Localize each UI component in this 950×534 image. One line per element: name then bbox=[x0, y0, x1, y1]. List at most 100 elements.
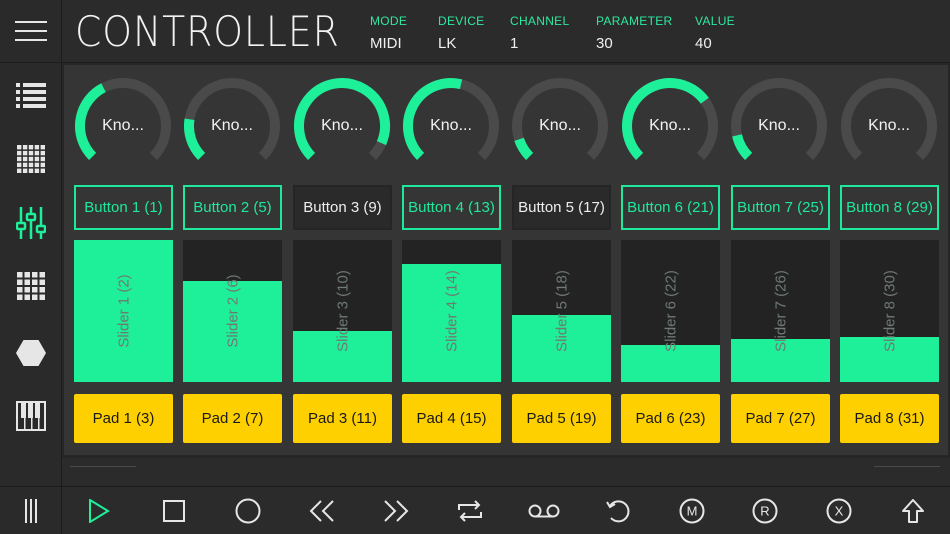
x-circle-icon: X bbox=[826, 498, 852, 524]
knob-8[interactable]: Kno... bbox=[839, 76, 939, 176]
knob-2[interactable]: Kno... bbox=[182, 76, 282, 176]
knob-label: Kno... bbox=[321, 117, 363, 134]
resize-handle[interactable] bbox=[0, 486, 62, 534]
close-button[interactable]: X bbox=[814, 487, 864, 534]
knob-7[interactable]: Kno... bbox=[729, 76, 829, 176]
channel-label: CHANNEL bbox=[510, 14, 570, 28]
undo-button[interactable] bbox=[593, 487, 643, 534]
sidebar-item-keyboard[interactable] bbox=[0, 385, 62, 447]
shift-button[interactable] bbox=[888, 487, 938, 534]
r-circle-icon: R bbox=[752, 498, 778, 524]
tape-button[interactable] bbox=[519, 487, 569, 534]
slider-1[interactable]: Slider 1 (2) bbox=[74, 240, 173, 382]
stop-icon bbox=[163, 500, 185, 522]
pad-1[interactable]: Pad 1 (3) bbox=[74, 394, 173, 443]
channel-value: 1 bbox=[510, 35, 519, 52]
device-value: LK bbox=[438, 35, 457, 52]
slider-4[interactable]: Slider 4 (14) bbox=[402, 240, 501, 382]
device-label: DEVICE bbox=[438, 14, 485, 28]
knob-3[interactable]: Kno... bbox=[292, 76, 392, 176]
slider-8[interactable]: Slider 8 (30) bbox=[840, 240, 939, 382]
slider-2[interactable]: Slider 2 (6) bbox=[183, 240, 282, 382]
m-circle-icon: M bbox=[679, 498, 705, 524]
knob-1[interactable]: Kno... bbox=[73, 76, 173, 176]
slider-label: Slider 6 (22) bbox=[662, 270, 679, 352]
mute-letter: M bbox=[687, 504, 698, 519]
loop-icon bbox=[458, 500, 482, 522]
menu-button[interactable] bbox=[0, 0, 62, 63]
pad-7[interactable]: Pad 7 (27) bbox=[731, 394, 830, 443]
fast-forward-button[interactable] bbox=[371, 487, 421, 534]
pad-3[interactable]: Pad 3 (11) bbox=[293, 394, 392, 443]
pad-4[interactable]: Pad 4 (15) bbox=[402, 394, 501, 443]
grid-small-icon bbox=[17, 145, 45, 173]
header: CONTROLLER MODE MIDI DEVICE LK CHANNEL 1… bbox=[62, 0, 950, 63]
knob-label: Kno... bbox=[758, 117, 800, 134]
shift-up-icon bbox=[902, 499, 924, 523]
button-1[interactable]: Button 1 (1) bbox=[74, 185, 173, 230]
value-value: 40 bbox=[695, 35, 712, 52]
record-button[interactable] bbox=[223, 487, 273, 534]
control-area: Kno... Kno... Kno... Kno... Kno... Kno..… bbox=[62, 63, 950, 486]
knob-label: Kno... bbox=[649, 117, 691, 134]
close-letter: X bbox=[835, 504, 844, 519]
pad-2[interactable]: Pad 2 (7) bbox=[183, 394, 282, 443]
value-label: VALUE bbox=[695, 14, 735, 28]
button-6[interactable]: Button 6 (21) bbox=[621, 185, 720, 230]
rewind-button[interactable] bbox=[297, 487, 347, 534]
sidebar-item-grid-small[interactable] bbox=[0, 128, 62, 190]
pad-5[interactable]: Pad 5 (19) bbox=[512, 394, 611, 443]
tape-icon bbox=[528, 504, 560, 518]
slider-label: Slider 4 (14) bbox=[443, 270, 460, 352]
knob-5[interactable]: Kno... bbox=[510, 76, 610, 176]
sidebar-item-list[interactable] bbox=[0, 65, 62, 127]
sidebar bbox=[0, 0, 62, 534]
slider-label: Slider 1 (2) bbox=[115, 274, 132, 348]
button-4[interactable]: Button 4 (13) bbox=[402, 185, 501, 230]
slider-label: Slider 7 (26) bbox=[772, 270, 789, 352]
value-info: VALUE 40 bbox=[695, 14, 735, 52]
slider-3[interactable]: Slider 3 (10) bbox=[293, 240, 392, 382]
knob-label: Kno... bbox=[539, 117, 581, 134]
loop-button[interactable] bbox=[445, 487, 495, 534]
slider-5[interactable]: Slider 5 (18) bbox=[512, 240, 611, 382]
pad-8[interactable]: Pad 8 (31) bbox=[840, 394, 939, 443]
sliders-icon bbox=[16, 207, 46, 239]
mode-info: MODE MIDI bbox=[370, 14, 407, 52]
knob-label: Kno... bbox=[102, 117, 144, 134]
button-2[interactable]: Button 2 (5) bbox=[183, 185, 282, 230]
button-5[interactable]: Button 5 (17) bbox=[512, 185, 611, 230]
slider-label: Slider 5 (18) bbox=[553, 270, 570, 352]
sidebar-item-hexagon[interactable] bbox=[0, 322, 62, 384]
button-3[interactable]: Button 3 (9) bbox=[293, 185, 392, 230]
grid-large-icon bbox=[17, 272, 45, 300]
hamburger-menu-icon bbox=[15, 21, 47, 41]
button-8[interactable]: Button 8 (29) bbox=[840, 185, 939, 230]
rewind-icon bbox=[309, 500, 334, 522]
piano-keys-icon bbox=[16, 401, 46, 431]
parameter-label: PARAMETER bbox=[596, 14, 673, 28]
slider-label: Slider 2 (6) bbox=[224, 274, 241, 348]
mode-value: MIDI bbox=[370, 35, 402, 52]
knob-6[interactable]: Kno... bbox=[620, 76, 720, 176]
pad-6[interactable]: Pad 6 (23) bbox=[621, 394, 720, 443]
parameter-value: 30 bbox=[596, 35, 613, 52]
vertical-bars-icon bbox=[25, 498, 37, 523]
button-7[interactable]: Button 7 (25) bbox=[731, 185, 830, 230]
sidebar-item-mixer[interactable] bbox=[0, 192, 62, 254]
mute-button[interactable]: M bbox=[667, 487, 717, 534]
knob-4[interactable]: Kno... bbox=[401, 76, 501, 176]
parameter-info: PARAMETER 30 bbox=[596, 14, 673, 52]
undo-icon bbox=[606, 500, 630, 523]
stop-button[interactable] bbox=[149, 487, 199, 534]
sidebar-item-grid-large[interactable] bbox=[0, 255, 62, 317]
strip-divider-right bbox=[874, 466, 940, 467]
mode-label: MODE bbox=[370, 14, 408, 28]
play-button[interactable] bbox=[74, 487, 124, 534]
strip-divider-left bbox=[70, 466, 136, 467]
read-button[interactable]: R bbox=[740, 487, 790, 534]
slider-7[interactable]: Slider 7 (26) bbox=[731, 240, 830, 382]
slider-6[interactable]: Slider 6 (22) bbox=[621, 240, 720, 382]
play-icon bbox=[89, 499, 110, 523]
scroll-strip[interactable] bbox=[62, 458, 950, 486]
